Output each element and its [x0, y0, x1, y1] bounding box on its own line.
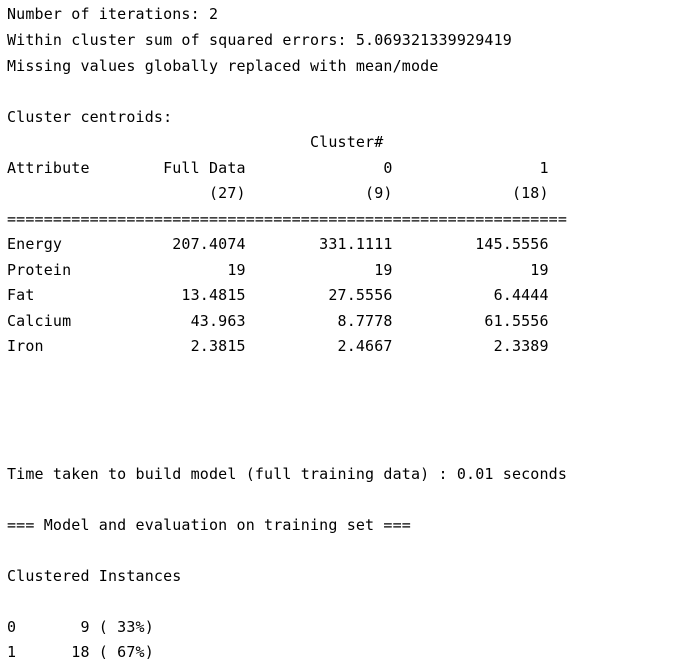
table-row-calcium: Calcium 43.963 8.7778 61.5556	[7, 312, 549, 330]
table-row-energy: Energy 207.4074 331.1111 145.5556	[7, 235, 549, 253]
clusterer-output-panel[interactable]: Number of iterations: 2 Within cluster s…	[0, 0, 695, 672]
table-divider: ========================================…	[7, 210, 568, 228]
cluster-number-header: Cluster#	[7, 133, 384, 151]
time-taken-line: Time taken to build model (full training…	[7, 465, 568, 483]
missing-values-line: Missing values globally replaced with me…	[7, 57, 439, 75]
table-row-protein: Protein 19 19 19	[7, 261, 549, 279]
table-column-header: Attribute Full Data 0 1	[7, 159, 549, 177]
clustered-instances-heading: Clustered Instances	[7, 567, 182, 585]
iterations-line: Number of iterations: 2	[7, 5, 219, 23]
table-row-fat: Fat 13.4815 27.5556 6.4444	[7, 286, 549, 304]
table-count-header: (27) (9) (18)	[7, 184, 549, 202]
cluster-centroids-heading: Cluster centroids:	[7, 108, 173, 126]
evaluation-heading: === Model and evaluation on training set…	[7, 516, 411, 534]
cluster-0-instances: 0 9 ( 33%)	[7, 618, 154, 636]
squared-errors-line: Within cluster sum of squared errors: 5.…	[7, 31, 512, 49]
cluster-1-instances: 1 18 ( 67%)	[7, 643, 154, 661]
table-row-iron: Iron 2.3815 2.4667 2.3389	[7, 337, 549, 355]
